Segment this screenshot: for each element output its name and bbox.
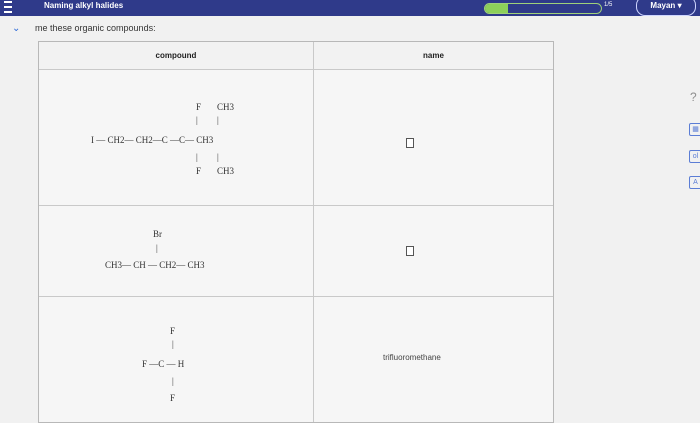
compound-1-top-f: F [196,102,202,112]
name-answer-box[interactable] [406,138,414,148]
table-row: F CH3 | | I — CH2— CH2—C —C— CH3 | | F C… [39,69,553,206]
name-cell: trifluoromethane [314,296,553,422]
name-answer-text: trifluoromethane [383,353,441,362]
compound-cell: Br | CH3— CH — CH2— CH3 [39,205,314,296]
menu-icon[interactable] [4,1,12,13]
compound-1-bottom-f: F [196,166,202,176]
name-cell [314,205,553,296]
right-toolbar: ? ▦ ol A [684,90,700,200]
progress-label: 1/5 [604,2,613,8]
compound-3-main-chain: F —C — H [142,359,185,369]
top-bar: Naming alkyl halides 1/5 Mayan ▾ [0,0,700,16]
chart-icon[interactable]: ol [689,150,700,163]
compound-2-top-br: Br [153,229,162,239]
instruction-text: me these organic compounds: [35,23,156,33]
name-answer-box[interactable] [406,246,414,256]
compound-1-top-ch3: CH3 [217,102,235,112]
compound-column-header: compound [39,42,314,69]
table-header: compound name [39,42,553,70]
compound-3-bottom-f: F [170,393,176,403]
table-row: Br | CH3— CH — CH2— CH3 [39,205,553,297]
compound-1-main-chain: I — CH2— CH2—C —C— CH3 [91,135,214,145]
compound-table: compound name F CH3 | | I — CH2— CH2—C —… [38,41,554,423]
question-icon[interactable]: ? [690,90,697,104]
table-row: F | F —C — H | F trifluoromethane [39,296,553,422]
name-column-header: name [423,51,444,60]
periodic-table-icon[interactable]: ▦ [689,123,700,136]
progress-fill [485,4,509,13]
compound-3-top-f: F [170,326,176,336]
compound-1-bottom-ch3: CH3 [217,166,235,176]
text-icon[interactable]: A [689,176,700,189]
compound-2-main-chain: CH3— CH — CH2— CH3 [105,260,205,270]
user-menu-button[interactable]: Mayan ▾ [636,0,696,16]
compound-cell: F CH3 | | I — CH2— CH2—C —C— CH3 | | F C… [39,69,314,205]
page-title: Naming alkyl halides [44,1,124,10]
compound-cell: F | F —C — H | F [39,296,314,422]
name-cell [314,69,553,205]
user-chevron-icon: ▾ [677,1,682,10]
user-name: Mayan [650,1,676,10]
progress-bar [484,3,602,14]
chevron-down-icon[interactable]: ⌄ [12,24,22,34]
